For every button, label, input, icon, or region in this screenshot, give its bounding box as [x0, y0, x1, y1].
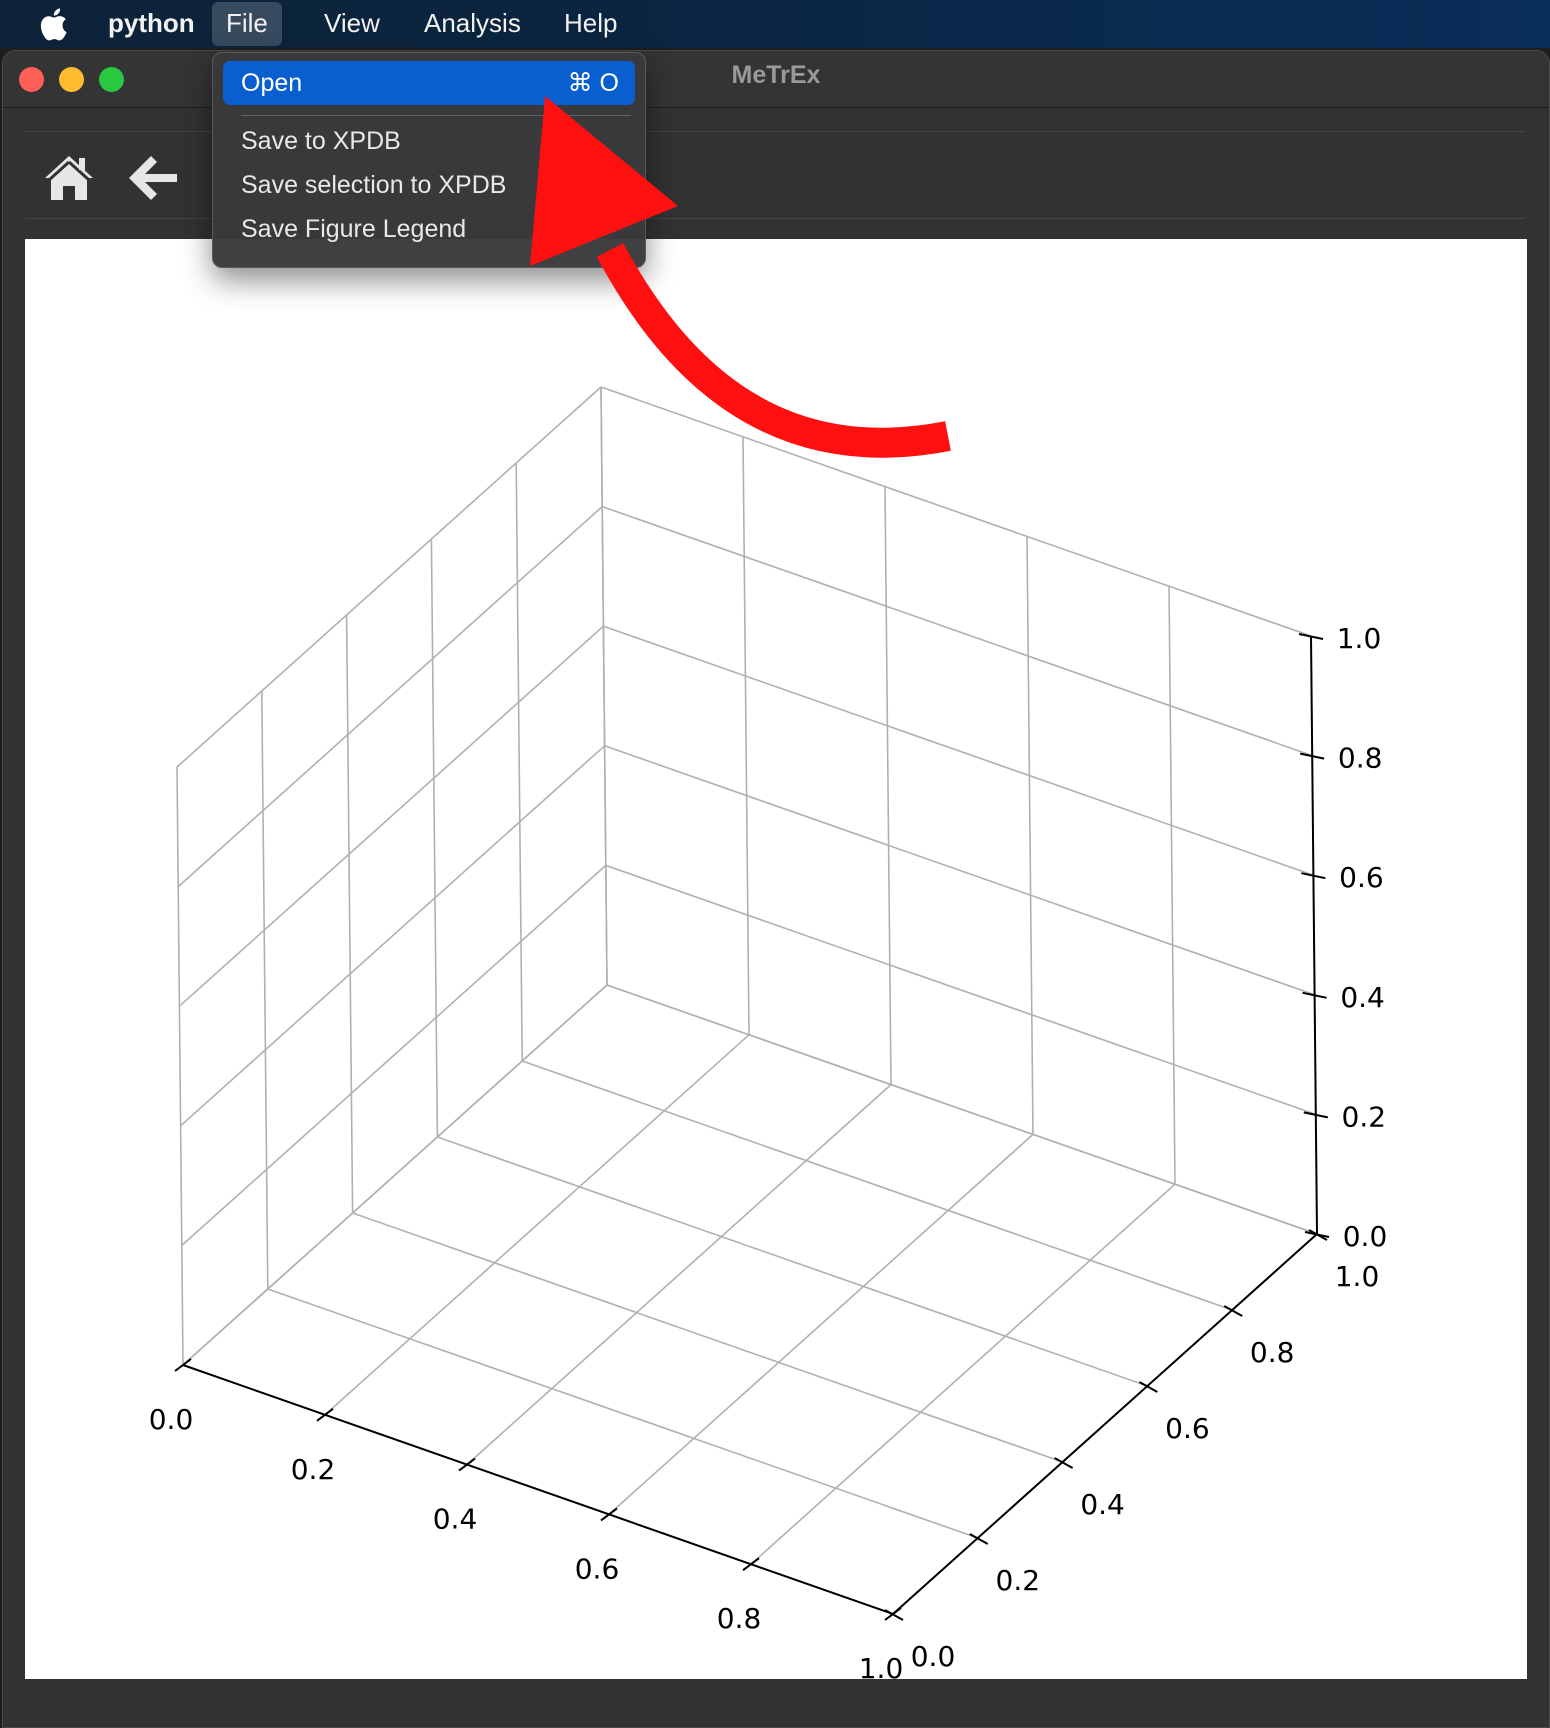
grid-line [515, 462, 523, 1062]
grid-line [600, 386, 1312, 637]
grid-line [1026, 536, 1034, 1135]
grid-line [605, 864, 1317, 1116]
y-tick-label: 0.8 [1250, 1336, 1295, 1369]
x-tick [458, 1457, 476, 1472]
y-tick-label: 1.0 [1335, 1260, 1380, 1293]
x-tick-label: 0.8 [717, 1602, 762, 1635]
menu-item-label: Save to XPDB [241, 127, 401, 155]
grid-line [742, 436, 750, 1035]
grid-line [601, 505, 1313, 757]
menu-app-name[interactable]: python [94, 0, 209, 48]
grid-line [352, 1212, 1063, 1463]
grid-line [177, 506, 603, 888]
grid-line [606, 984, 1318, 1235]
file-menu-dropdown: Open ⌘ O Save to XPDB Save selection to … [212, 52, 646, 268]
z-tick-label: 1.0 [1337, 622, 1382, 655]
grid-line [437, 1136, 1148, 1387]
z-tick-label: 0.6 [1339, 861, 1384, 894]
3d-axes-plot[interactable]: 0.0 0.2 0.4 0.6 0.8 1.0 0.0 0.2 0.4 0.6 0.8 1.0 0.0 0… [25, 239, 1527, 1679]
grid-line [430, 538, 439, 1138]
menu-item-label: Save Figure Legend [241, 215, 467, 243]
grid-line [603, 625, 1314, 876]
grid-line [600, 386, 608, 986]
apple-logo-icon[interactable] [38, 6, 72, 42]
x-axis-line [182, 1364, 894, 1615]
menu-item-save-to-xpdb[interactable]: Save to XPDB [223, 119, 635, 163]
z-tick-label: 0.8 [1338, 742, 1383, 775]
figure-canvas[interactable]: 0.0 0.2 0.4 0.6 0.8 1.0 0.0 0.2 0.4 0.6 0.8 1.0 0.0 0… [25, 239, 1527, 1679]
x-tick [742, 1557, 760, 1571]
menu-item-open[interactable]: Open ⌘ O [223, 61, 635, 105]
grid-line [176, 766, 184, 1366]
menu-item-save-selection-to-xpdb[interactable]: Save selection to XPDB [223, 163, 635, 207]
y-tick-label: 0.0 [911, 1640, 956, 1673]
y-tick-label: 0.4 [1080, 1488, 1125, 1521]
grid-line [261, 690, 269, 1290]
x-tick-label: 1.0 [859, 1652, 904, 1679]
grid-line [178, 625, 604, 1007]
z-tick-label: 0.4 [1340, 981, 1385, 1014]
menu-item-open-shortcut: ⌘ O [567, 69, 619, 97]
menu-separator [241, 115, 631, 116]
app-window: MeTrEx 0.0 0.2 0.4 0.6 0.8 1.0 0.0 0.2 0.4 0.6 0.8… [2, 50, 1550, 1728]
home-icon[interactable] [41, 150, 97, 206]
y-tick-label: 0.6 [1165, 1412, 1210, 1445]
x-tick [316, 1408, 334, 1422]
grid-line [604, 745, 1315, 996]
y-tick-label: 0.2 [996, 1564, 1041, 1597]
menu-help[interactable]: Help [550, 0, 631, 48]
menu-item-open-label: Open [241, 69, 303, 97]
z-tick-label: 0.2 [1342, 1100, 1387, 1133]
x-tick [600, 1507, 618, 1522]
grid-line [345, 614, 354, 1214]
menu-item-label: Save selection to XPDB [241, 171, 507, 199]
menu-item-save-figure-legend[interactable]: Save Figure Legend [223, 207, 635, 251]
grid-line [181, 864, 607, 1246]
grid-line [267, 1288, 979, 1539]
x-tick-label: 0.6 [575, 1552, 620, 1585]
x-tick-label: 0.2 [291, 1453, 336, 1486]
menu-analysis[interactable]: Analysis [410, 0, 535, 48]
x-tick-label: 0.4 [433, 1503, 478, 1536]
menu-view[interactable]: View [310, 0, 394, 48]
z-tick-label: 0.0 [1343, 1220, 1388, 1253]
menu-file[interactable]: File [212, 2, 282, 46]
grid-line [521, 1060, 1233, 1311]
grid-line [1168, 586, 1176, 1185]
z-axis-line [1310, 635, 1318, 1235]
x-tick-label: 0.0 [149, 1403, 194, 1436]
grid-line [176, 386, 602, 768]
grid-line [180, 745, 606, 1127]
back-arrow-icon[interactable] [125, 150, 181, 206]
grid-line [884, 486, 892, 1085]
menu-bar: python File View Analysis Help [0, 0, 1550, 48]
